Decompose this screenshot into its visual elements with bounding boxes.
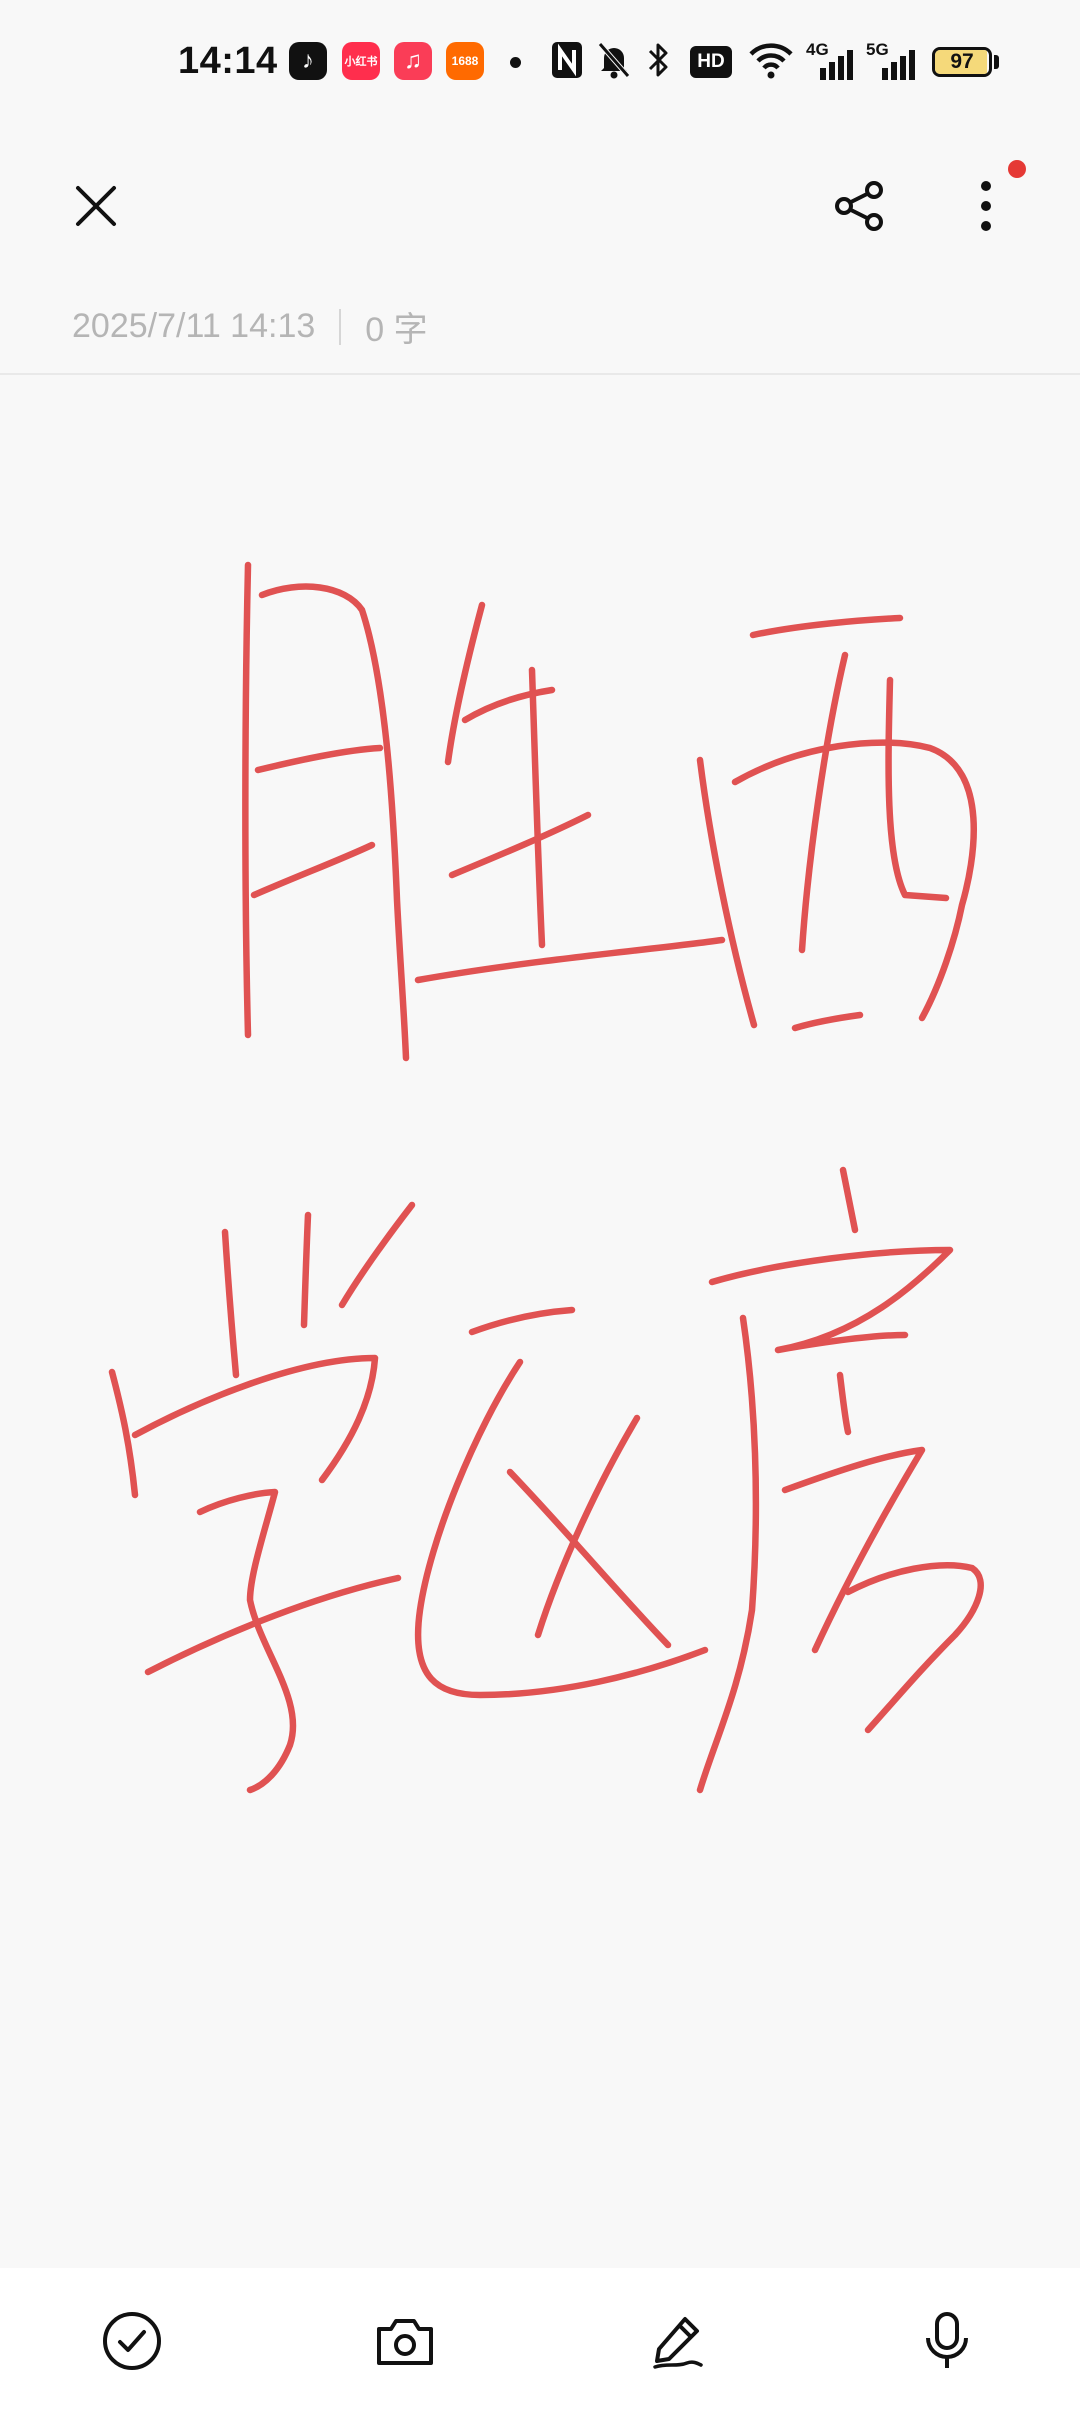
bottom-toolbar [0, 2268, 1080, 2412]
signal-5g-icon: 5G [866, 40, 920, 80]
handwriting-stroke [221, 1228, 240, 1379]
handwriting-stroke [534, 1414, 641, 1639]
handwriting-stroke [836, 1371, 852, 1436]
handwriting-stroke [506, 1468, 672, 1649]
battery-level: 97 [950, 50, 974, 73]
share-button[interactable] [820, 170, 900, 242]
handwriting-stroke [528, 666, 546, 949]
notification-badge [1008, 160, 1026, 178]
battery-tip [994, 55, 999, 69]
note-datetime: 2025/7/11 14:13 [72, 307, 316, 345]
handwriting-stroke [781, 1446, 926, 1654]
handwriting-stroke [844, 1562, 984, 1734]
hd-icon: HD [690, 46, 732, 78]
camera-button[interactable] [370, 2306, 440, 2376]
handwriting-stroke [731, 739, 977, 1022]
handwriting-canvas[interactable] [0, 376, 1080, 2266]
pen-icon [653, 2317, 703, 2369]
mute-icon [598, 42, 630, 79]
handwriting-stroke [131, 1354, 379, 1484]
handwriting-stroke [254, 744, 384, 774]
status-bar: 14:14 ♪ 小红书 ♫ 1688 HD 4G 5G 97 [0, 0, 1080, 125]
signal-4g-icon: 4G [806, 40, 856, 80]
close-icon [76, 186, 116, 226]
handwriting-stroke [300, 1211, 312, 1329]
handwriting-stroke [696, 1314, 760, 1794]
douyin-icon: ♪ [289, 42, 327, 80]
note-meta: 2025/7/11 14:13 0 字 [72, 302, 428, 351]
status-time: 14:14 [178, 40, 278, 82]
word-count: 0 字 [365, 311, 428, 349]
hd-label: HD [697, 51, 725, 72]
more-options-button[interactable] [950, 170, 1022, 242]
notification-dot [510, 57, 521, 68]
handwriting-strokes [108, 561, 984, 1794]
camera-icon [377, 2319, 433, 2365]
handwriting-stroke [749, 614, 904, 639]
handwriting-stroke [250, 841, 376, 899]
xiaohongshu-icon: 小红书 [342, 42, 380, 80]
header-divider [0, 373, 1080, 375]
share-icon [835, 181, 883, 231]
microphone-icon [926, 2312, 968, 2368]
handwriting-stroke [885, 676, 950, 902]
pen-button[interactable] [642, 2306, 712, 2376]
handwriting-stroke [242, 561, 252, 1039]
bluetooth-icon [648, 43, 668, 77]
check-circle-icon [103, 2312, 161, 2370]
handwriting-stroke [468, 1306, 576, 1336]
handwriting-stroke [798, 651, 849, 954]
1688-icon: 1688 [446, 42, 484, 80]
handwriting-stroke [696, 756, 758, 1029]
handwriting-stroke [338, 1201, 416, 1309]
handwriting-stroke [258, 583, 410, 1062]
voice-button[interactable] [912, 2306, 982, 2376]
meta-separator [339, 308, 342, 345]
wifi-icon [749, 43, 793, 79]
handwriting-stroke [791, 1011, 864, 1032]
close-button[interactable] [60, 170, 132, 242]
handwriting-stroke [839, 1166, 859, 1234]
done-button[interactable] [97, 2306, 167, 2376]
handwriting-stroke [414, 936, 726, 984]
note-header [0, 125, 1080, 275]
handwriting-stroke [448, 811, 592, 879]
more-vertical-icon [981, 181, 991, 231]
nfc-icon [552, 42, 582, 78]
music-icon: ♫ [394, 42, 432, 80]
handwriting-stroke [444, 601, 486, 766]
battery-icon: 97 [932, 47, 992, 77]
handwriting-stroke [108, 1368, 139, 1499]
handwriting-stroke [461, 686, 556, 724]
